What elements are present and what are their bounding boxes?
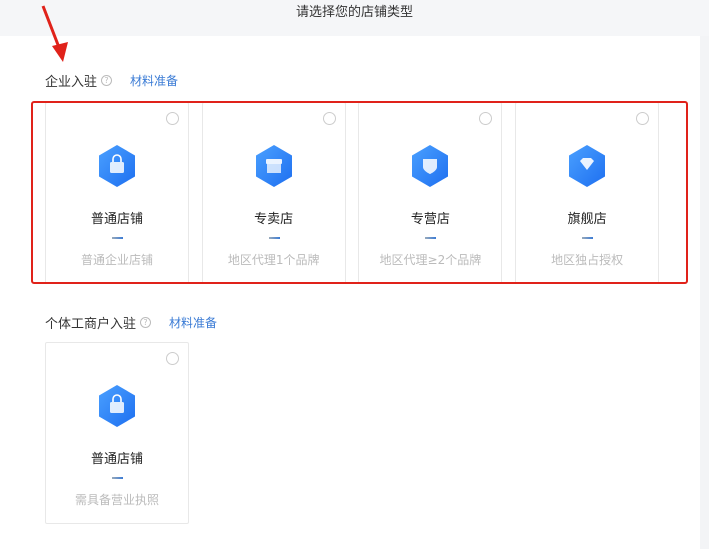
radio-button[interactable] (322, 112, 336, 125)
help-icon[interactable]: ? (140, 317, 152, 328)
bag-icon (99, 385, 135, 427)
section-enterprise-header: 企业入驻 ? 材料准备 (45, 71, 178, 90)
radio-button[interactable] (636, 112, 650, 125)
divider (425, 237, 437, 239)
radio-button[interactable] (166, 112, 179, 125)
store-type-description: 地区代理1个品牌 (227, 253, 320, 267)
materials-link[interactable]: 材料准备 (169, 314, 217, 331)
store-type-name: 专卖店 (254, 212, 294, 227)
red-arrow-annotation (41, 5, 68, 62)
divider (112, 237, 123, 239)
store-type-card[interactable]: 旗舰店 地区独占授权 (515, 102, 660, 284)
section-label: 个体工商户入驻 (45, 317, 137, 332)
radio-button[interactable] (166, 352, 179, 365)
store-type-card[interactable]: 普通店铺 普通企业店铺 (45, 102, 189, 284)
diamond-icon (569, 145, 606, 187)
store-type-name: 旗舰店 (567, 212, 607, 227)
bag-icon (99, 145, 135, 187)
divider (582, 237, 594, 239)
store-type-name: 普通店铺 (90, 452, 143, 467)
page-title: 请选择您的店铺类型 (295, 5, 413, 20)
store-icon (255, 145, 292, 187)
store-type-description: 地区独占授权 (551, 253, 624, 267)
store-type-card[interactable]: 普通店铺 需具备营业执照 (45, 342, 189, 524)
page-header: 请选择您的店铺类型 (0, 0, 709, 36)
divider (268, 237, 280, 239)
radio-button[interactable] (479, 112, 493, 125)
store-type-description: 地区代理≥2个品牌 (379, 253, 482, 267)
section-label: 企业入驻 (45, 75, 98, 90)
shield-icon (412, 145, 449, 187)
store-type-description: 普通企业店铺 (80, 253, 153, 267)
store-type-name: 专营店 (410, 212, 450, 227)
store-type-card[interactable]: 专营店 地区代理≥2个品牌 (358, 102, 503, 284)
store-type-card[interactable]: 专卖店 地区代理1个品牌 (201, 102, 346, 284)
materials-link[interactable]: 材料准备 (130, 72, 178, 89)
store-type-name: 普通店铺 (90, 212, 143, 227)
scrollbar-track[interactable] (700, 36, 709, 549)
help-icon[interactable]: ? (101, 75, 113, 86)
store-type-description: 需具备营业执照 (74, 493, 159, 507)
section-individual-header: 个体工商户入驻 ? 材料准备 (45, 313, 217, 332)
divider (112, 477, 123, 479)
